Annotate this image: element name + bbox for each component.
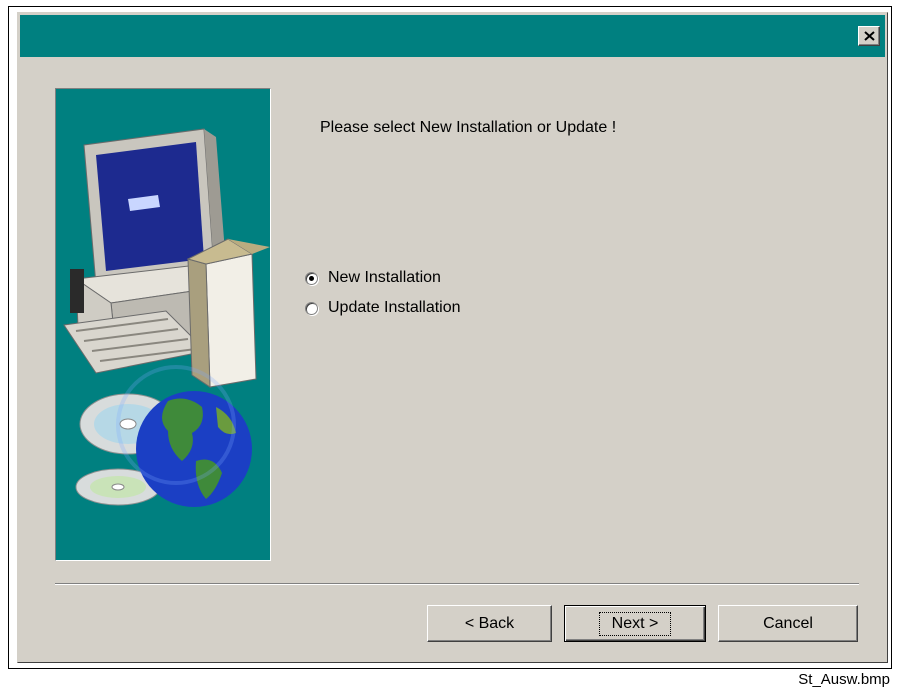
radio-new-installation[interactable]: New Installation [305,269,441,287]
close-icon [863,31,875,41]
cancel-button-label: Cancel [763,614,813,632]
next-button-label: Next > [598,611,672,636]
radio-button-checked[interactable] [305,271,318,285]
button-separator [55,583,859,585]
close-button[interactable] [858,26,880,46]
radio-update-installation[interactable]: Update Installation [305,299,461,317]
radio-button-unchecked[interactable] [305,301,318,315]
installer-illustration-panel [55,88,271,561]
back-button[interactable]: < Back [427,605,552,642]
radio-label: New Installation [328,269,441,286]
back-button-label: < Back [464,614,515,632]
next-button[interactable]: Next > [564,605,706,642]
cancel-button[interactable]: Cancel [718,605,858,642]
instruction-text: Please select New Installation or Update… [320,119,617,136]
radio-label: Update Installation [328,299,461,316]
image-caption: St_Ausw.bmp [798,671,890,688]
title-bar [20,15,885,57]
installer-illustration [63,128,270,507]
setup-dialog: Please select New Installation or Update… [17,12,888,663]
computer-illustration [63,128,270,388]
